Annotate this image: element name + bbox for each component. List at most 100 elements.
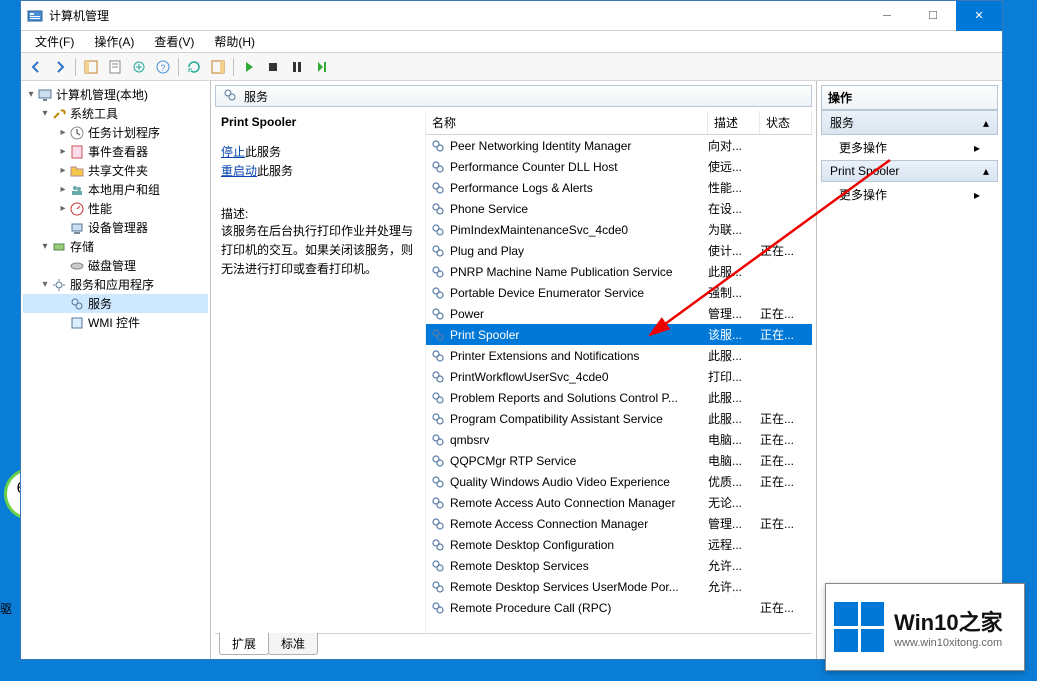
menu-help[interactable]: 帮助(H) — [206, 31, 263, 52]
actions-section-selected-label: Print Spooler — [830, 164, 899, 178]
service-row[interactable]: QQPCMgr RTP Service电脑...正在... — [426, 450, 812, 471]
twisty-icon[interactable]: ▾ — [39, 108, 51, 119]
restart-link[interactable]: 重启动 — [221, 164, 257, 178]
close-button[interactable]: ✕ — [956, 1, 1002, 31]
service-row[interactable]: PNRP Machine Name Publication Service此服.… — [426, 261, 812, 282]
tree-services[interactable]: 服务 — [23, 294, 208, 313]
actions-title: 操作 — [821, 85, 998, 110]
twisty-icon[interactable]: ▸ — [57, 203, 69, 214]
stop-link[interactable]: 停止 — [221, 145, 245, 159]
twisty-icon[interactable]: ▸ — [57, 165, 69, 176]
tree-performance[interactable]: ▸性能 — [23, 199, 208, 218]
service-row[interactable]: qmbsrv电脑...正在... — [426, 429, 812, 450]
actions-section-services[interactable]: 服务 ▴ — [821, 110, 998, 135]
tree-devicemgr[interactable]: 设备管理器 — [23, 218, 208, 237]
service-row[interactable]: Phone Service在设... — [426, 198, 812, 219]
pause-service-button[interactable] — [286, 56, 308, 78]
show-hide-tree-button[interactable] — [80, 56, 102, 78]
windows-logo-icon — [834, 602, 884, 652]
actions-section-selected[interactable]: Print Spooler ▴ — [821, 160, 998, 182]
service-row[interactable]: Power管理...正在... — [426, 303, 812, 324]
twisty-icon[interactable]: ▾ — [25, 89, 37, 100]
tree-pane[interactable]: ▾ 计算机管理(本地) ▾ 系统工具 ▸ 任务计划程序 ▸事件查看器 ▸共享文件夹… — [21, 81, 211, 659]
tree-shared[interactable]: ▸共享文件夹 — [23, 161, 208, 180]
tree-eventviewer[interactable]: ▸事件查看器 — [23, 142, 208, 161]
actions-more-2-label: 更多操作 — [839, 186, 887, 203]
service-gear-icon — [430, 495, 446, 511]
service-row[interactable]: Print Spooler该服...正在... — [426, 324, 812, 345]
tree-storage[interactable]: ▾存储 — [23, 237, 208, 256]
restart-service-button[interactable] — [310, 56, 332, 78]
list-header: 名称 描述 状态 — [426, 111, 812, 135]
service-desc-cell: 优质... — [708, 473, 760, 490]
minimize-button[interactable]: ─ — [864, 1, 910, 31]
service-row[interactable]: Portable Device Enumerator Service强制... — [426, 282, 812, 303]
twisty-icon[interactable]: ▸ — [57, 146, 69, 157]
service-gear-icon — [430, 600, 446, 616]
service-row[interactable]: Quality Windows Audio Video Experience优质… — [426, 471, 812, 492]
service-row[interactable]: Remote Access Auto Connection Manager无论.… — [426, 492, 812, 513]
service-gear-icon — [430, 159, 446, 175]
service-row[interactable]: Peer Networking Identity Manager向对... — [426, 135, 812, 156]
service-name-cell: Program Compatibility Assistant Service — [426, 411, 708, 427]
tree-diskmgmt[interactable]: 磁盘管理 — [23, 256, 208, 275]
action-pane-button[interactable] — [207, 56, 229, 78]
actions-more-1[interactable]: 更多操作 ▸ — [821, 135, 998, 160]
maximize-button[interactable]: ☐ — [910, 1, 956, 31]
twisty-icon[interactable]: ▸ — [57, 184, 69, 195]
tree-scheduler-label: 任务计划程序 — [88, 124, 160, 141]
properties-button[interactable] — [104, 56, 126, 78]
service-row[interactable]: Remote Desktop Configuration远程... — [426, 534, 812, 555]
col-state[interactable]: 状态 — [760, 111, 812, 134]
actions-more-2[interactable]: 更多操作 ▸ — [821, 182, 998, 207]
service-row[interactable]: PimIndexMaintenanceSvc_4cde0为联... — [426, 219, 812, 240]
watermark: Win10之家 www.win10xitong.com — [825, 583, 1025, 671]
service-row[interactable]: Plug and Play使计...正在... — [426, 240, 812, 261]
disk-icon — [69, 258, 85, 274]
tree-wmi[interactable]: WMI 控件 — [23, 313, 208, 332]
service-row[interactable]: Performance Counter DLL Host使远... — [426, 156, 812, 177]
service-desc-cell: 允许... — [708, 578, 760, 595]
service-row[interactable]: Remote Desktop Services允许... — [426, 555, 812, 576]
twisty-icon[interactable]: ▾ — [39, 279, 51, 290]
list-body[interactable]: Peer Networking Identity Manager向对...Per… — [426, 135, 812, 633]
menu-action[interactable]: 操作(A) — [86, 31, 142, 52]
tree-systools[interactable]: ▾ 系统工具 — [23, 104, 208, 123]
menu-file[interactable]: 文件(F) — [27, 31, 82, 52]
service-row[interactable]: Printer Extensions and Notifications此服..… — [426, 345, 812, 366]
col-desc[interactable]: 描述 — [708, 111, 760, 134]
col-name[interactable]: 名称 — [426, 111, 708, 134]
service-desc-cell: 使远... — [708, 158, 760, 175]
stop-service-button[interactable] — [262, 56, 284, 78]
service-row[interactable]: PrintWorkflowUserSvc_4cde0打印... — [426, 366, 812, 387]
tree-root[interactable]: ▾ 计算机管理(本地) — [23, 85, 208, 104]
service-row[interactable]: Remote Access Connection Manager管理...正在.… — [426, 513, 812, 534]
service-gear-icon — [430, 306, 446, 322]
tree-services-label: 服务 — [88, 295, 112, 312]
tab-extended[interactable]: 扩展 — [219, 633, 269, 655]
tree-localusers[interactable]: ▸本地用户和组 — [23, 180, 208, 199]
twisty-icon[interactable]: ▾ — [39, 241, 51, 252]
menu-view[interactable]: 查看(V) — [146, 31, 202, 52]
service-name-cell: Problem Reports and Solutions Control P.… — [426, 390, 708, 406]
start-service-button[interactable] — [238, 56, 260, 78]
services-header: 服务 — [215, 85, 812, 107]
toolbar: ? — [21, 53, 1002, 81]
tab-standard[interactable]: 标准 — [268, 633, 318, 655]
refresh-button[interactable] — [183, 56, 205, 78]
twisty-icon[interactable]: ▸ — [57, 127, 69, 138]
service-desc-cell: 远程... — [708, 536, 760, 553]
export-button[interactable] — [128, 56, 150, 78]
tree-scheduler[interactable]: ▸ 任务计划程序 — [23, 123, 208, 142]
service-row[interactable]: Remote Desktop Services UserMode Por...允… — [426, 576, 812, 597]
service-row[interactable]: Performance Logs & Alerts性能... — [426, 177, 812, 198]
service-desc-cell: 电脑... — [708, 452, 760, 469]
help-button[interactable]: ? — [152, 56, 174, 78]
forward-button[interactable] — [49, 56, 71, 78]
service-row[interactable]: Program Compatibility Assistant Service此… — [426, 408, 812, 429]
service-name-cell: Remote Access Connection Manager — [426, 516, 708, 532]
tree-servicesapps[interactable]: ▾服务和应用程序 — [23, 275, 208, 294]
service-row[interactable]: Remote Procedure Call (RPC)正在... — [426, 597, 812, 618]
service-row[interactable]: Problem Reports and Solutions Control P.… — [426, 387, 812, 408]
back-button[interactable] — [25, 56, 47, 78]
